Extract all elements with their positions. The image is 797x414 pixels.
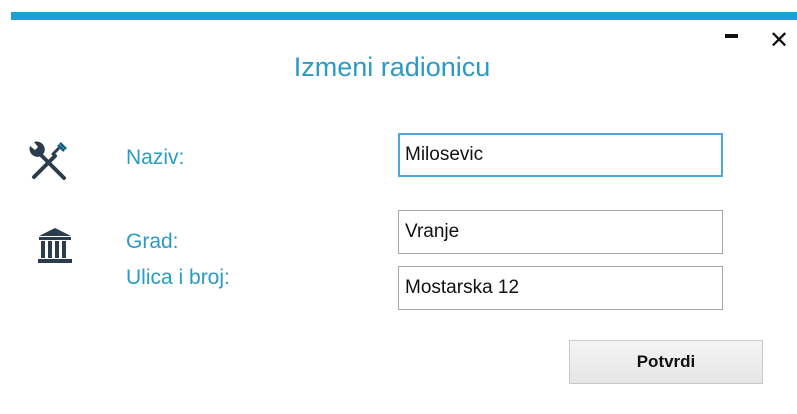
ulica-input[interactable]	[398, 266, 723, 310]
ulica-label: Ulica i broj:	[126, 266, 230, 289]
minimize-button[interactable]	[716, 26, 746, 56]
naziv-input[interactable]	[398, 133, 723, 177]
close-icon: ✕	[768, 27, 790, 54]
tools-icon	[29, 141, 67, 180]
bank-icon	[38, 228, 72, 263]
window-title: Izmeni radionicu	[293, 52, 491, 82]
grad-input[interactable]	[398, 210, 723, 254]
confirm-button[interactable]: Potvrdi	[569, 340, 763, 384]
window-accent-bar	[11, 12, 797, 20]
edit-workshop-window: ✕ Izmeni radionicu Naziv: Grad: Ulica i …	[0, 0, 797, 414]
minimize-icon	[724, 34, 738, 38]
close-button[interactable]: ✕	[764, 26, 794, 56]
grad-label: Grad:	[126, 230, 179, 253]
naziv-label: Naziv:	[126, 146, 185, 169]
